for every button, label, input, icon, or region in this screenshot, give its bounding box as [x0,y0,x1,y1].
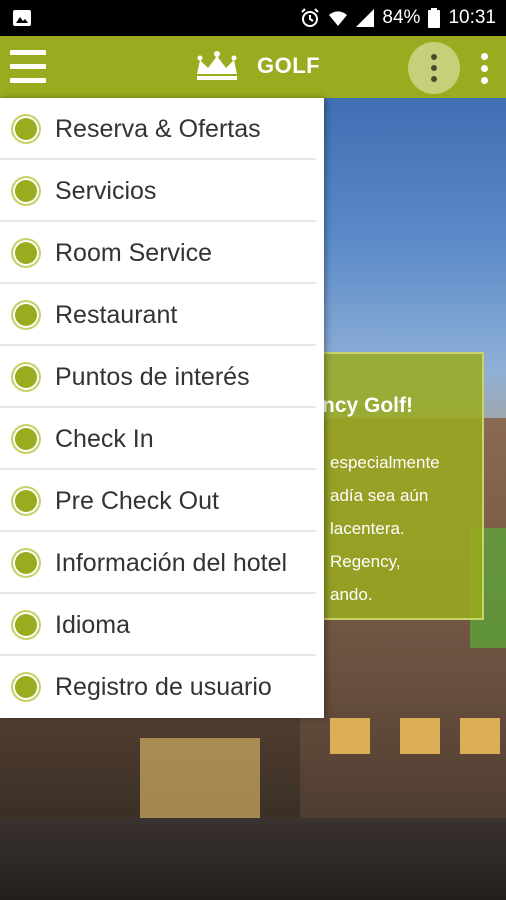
menu-item-informacion-hotel[interactable]: Información del hotel [0,532,324,594]
menu-item-label: Servicios [55,176,157,205]
signal-icon [356,9,375,27]
bullet-icon [11,424,41,454]
menu-item-label: Idioma [55,610,131,639]
gallery-notification-icon [12,8,32,28]
menu-item-label: Room Service [55,238,212,267]
bullet-icon [11,486,41,516]
menu-item-label: Información del hotel [55,548,288,577]
menu-item-servicios[interactable]: Servicios [0,160,324,222]
menu-item-puntos-de-interes[interactable]: Puntos de interés [0,346,324,408]
menu-item-label: Registro de usuario [55,672,272,701]
bullet-icon [11,610,41,640]
bullet-icon [11,238,41,268]
more-vert-icon [480,52,488,84]
menu-item-label: Reserva & Ofertas [55,114,261,143]
navigation-drawer: Reserva & Ofertas Servicios Room Service… [0,98,324,718]
bullet-icon [11,548,41,578]
hamburger-menu-icon[interactable] [10,50,46,84]
menu-item-check-in[interactable]: Check In [0,408,324,470]
menu-item-idioma[interactable]: Idioma [0,594,324,656]
menu-item-label: Restaurant [55,300,178,329]
bullet-icon [11,114,41,144]
app-title: GOLF [257,53,321,78]
clock: 10:31 [448,7,496,28]
menu-item-reserva-ofertas[interactable]: Reserva & Ofertas [0,98,324,160]
options-button[interactable] [408,42,460,94]
menu-item-registro-usuario[interactable]: Registro de usuario [0,656,324,718]
street [0,818,506,900]
menu-item-label: Pre Check Out [55,486,219,515]
menu-item-label: Puntos de interés [55,362,250,391]
menu-item-room-service[interactable]: Room Service [0,222,324,284]
bullet-icon [11,672,41,702]
bullet-icon [11,300,41,330]
more-vert-icon [431,54,437,82]
crown-logo-icon [192,50,242,84]
alarm-icon [300,8,320,28]
app-bar: GOLF [0,36,506,98]
battery-percent: 84% [382,7,421,28]
bullet-icon [11,362,41,392]
bullet-icon [11,176,41,206]
menu-item-restaurant[interactable]: Restaurant [0,284,324,346]
status-bar: 84% 10:31 [0,0,506,36]
wifi-icon [328,9,348,27]
welcome-text: especialmente adía sea aún lacentera. Re… [330,453,440,604]
menu-item-pre-check-out[interactable]: Pre Check Out [0,470,324,532]
welcome-title: ncy Golf! [322,394,414,417]
battery-icon [428,8,441,28]
menu-item-label: Check In [55,424,154,453]
overflow-menu-button[interactable] [474,50,494,86]
